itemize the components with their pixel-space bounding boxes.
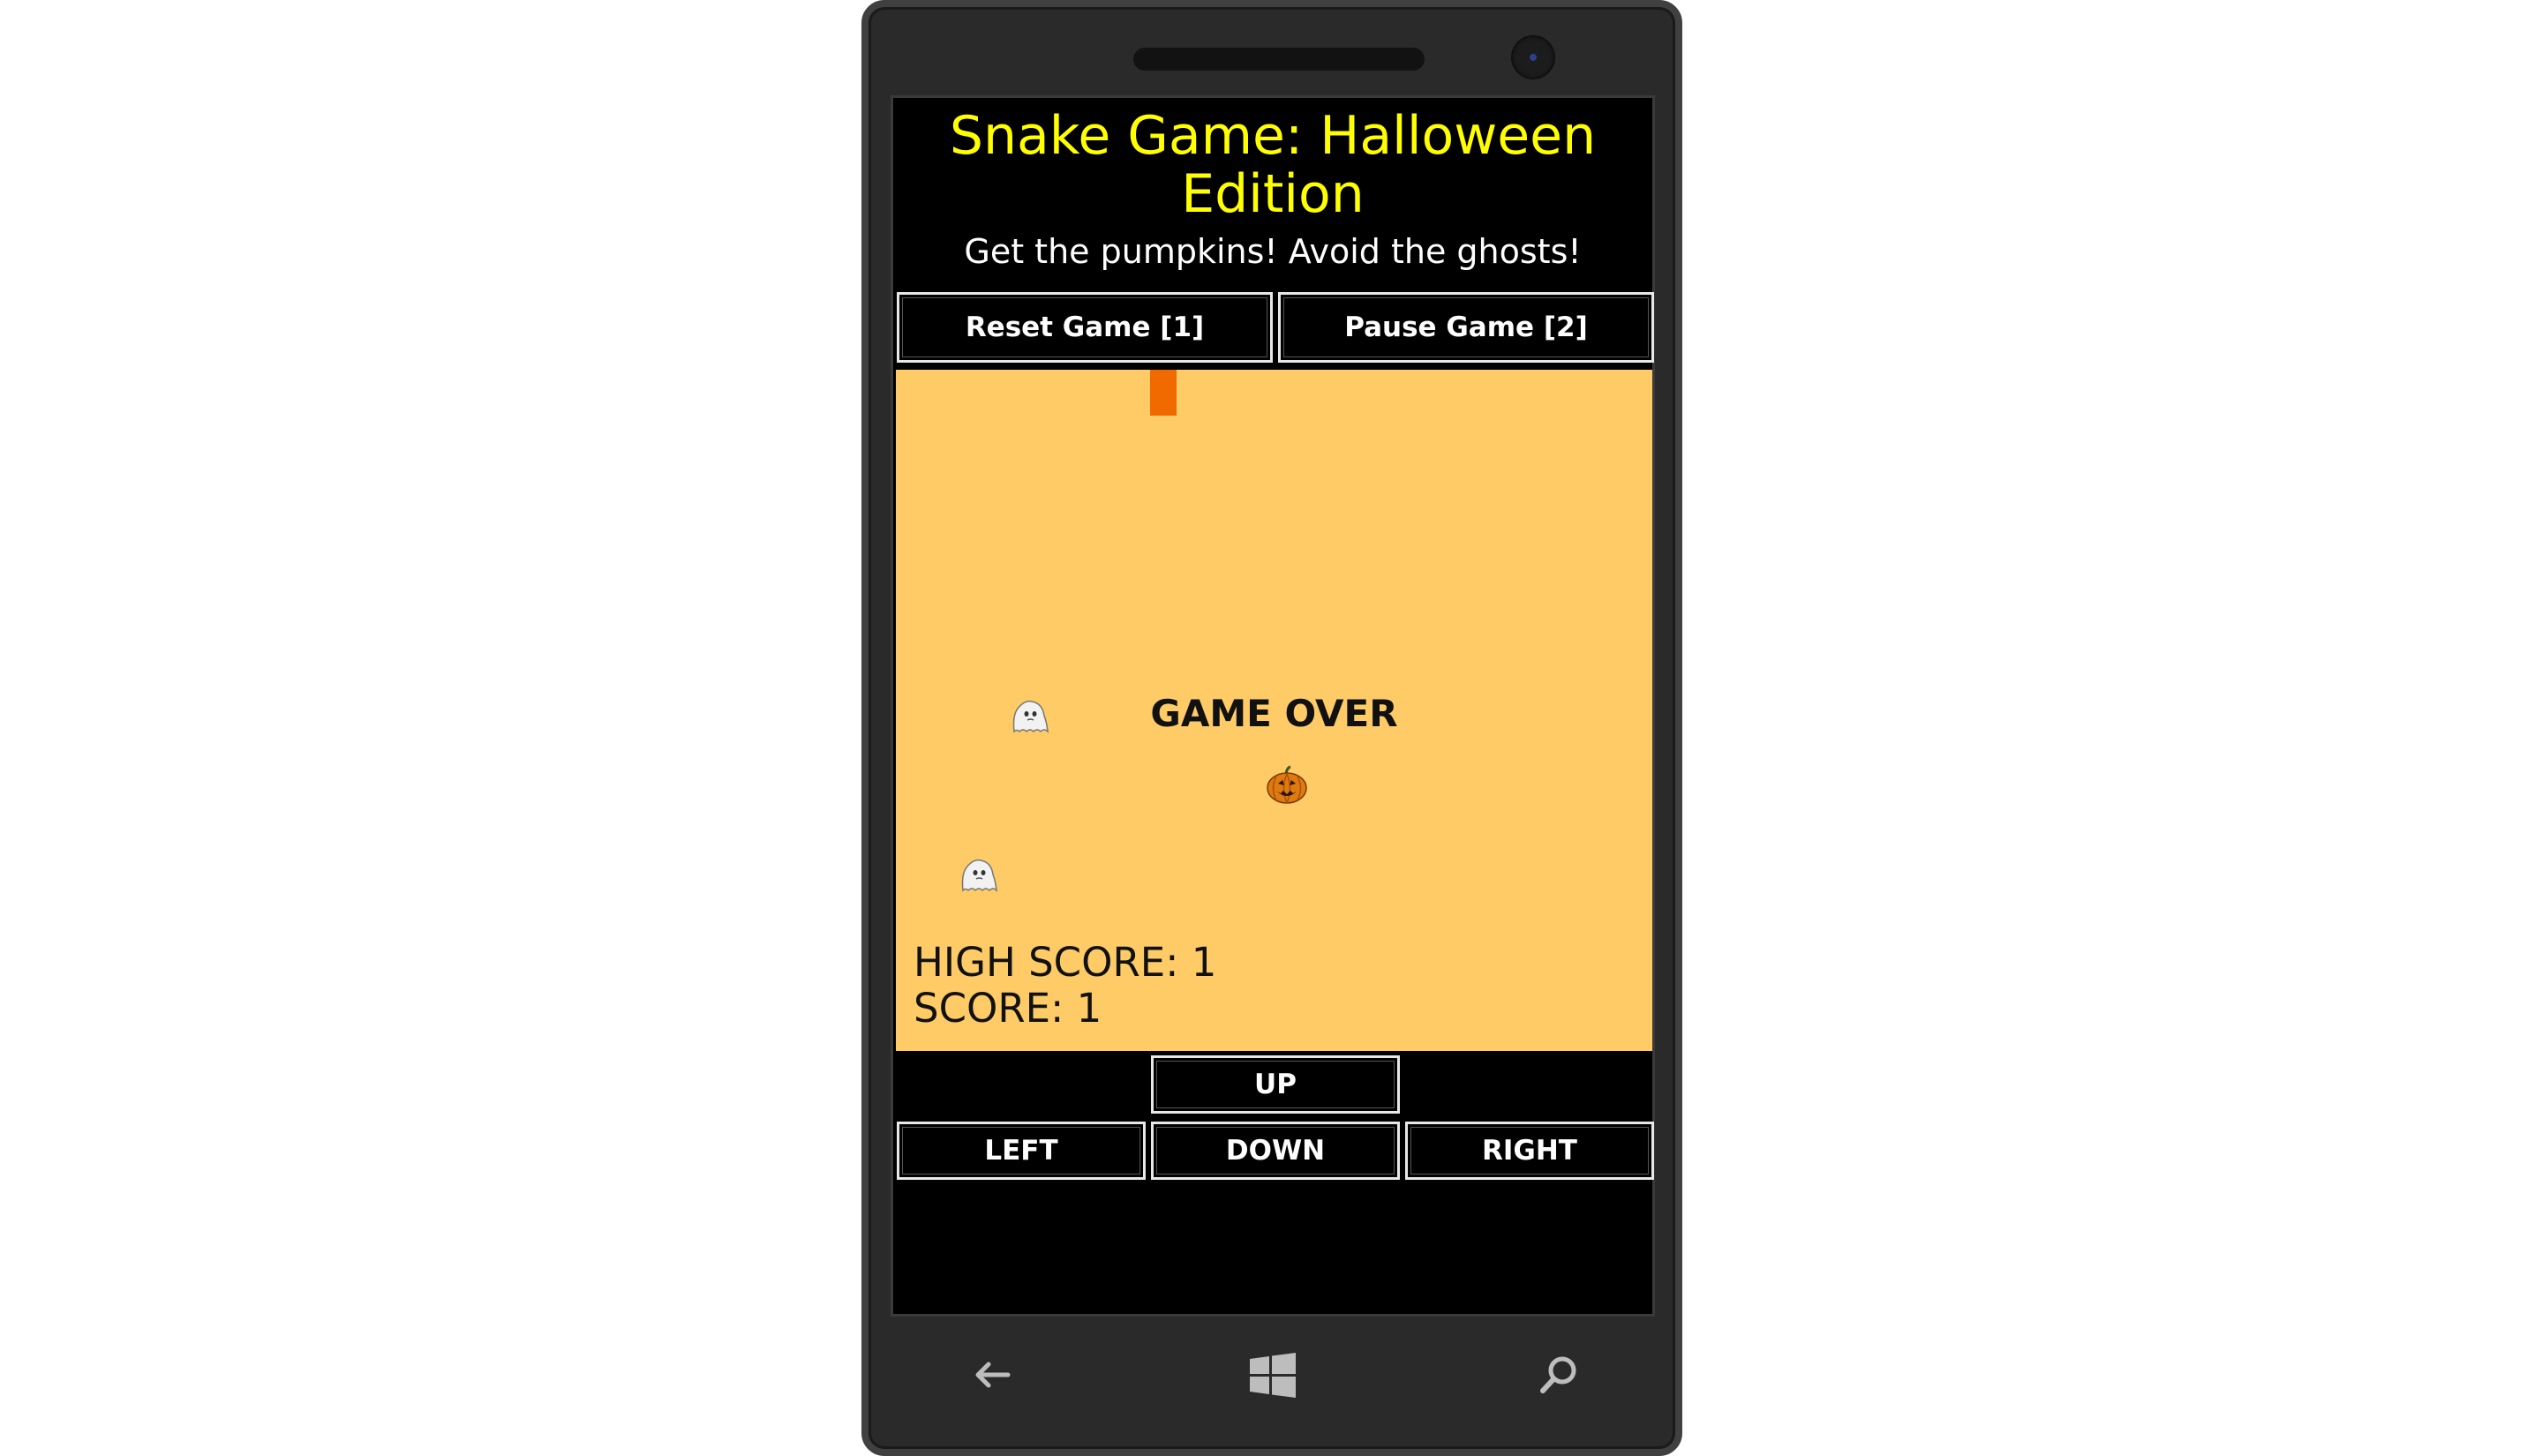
reset-game-button[interactable]: Reset Game [1] — [897, 292, 1273, 363]
search-icon[interactable] — [1532, 1348, 1585, 1401]
left-button[interactable]: LEFT — [897, 1122, 1146, 1180]
windows-logo-icon[interactable] — [1246, 1348, 1299, 1401]
front-camera — [1511, 35, 1555, 79]
down-button[interactable]: DOWN — [1151, 1122, 1400, 1180]
app-screen: Snake Game: Halloween Edition Get the pu… — [891, 95, 1655, 1317]
pumpkin-icon — [1267, 765, 1307, 804]
app-header: Snake Game: Halloween Edition Get the pu… — [893, 98, 1652, 289]
snake-segment — [1150, 370, 1177, 416]
score-panel: HIGH SCORE: 1 SCORE: 1 — [914, 940, 1216, 1032]
ghost-icon — [1012, 700, 1049, 734]
high-score: HIGH SCORE: 1 — [914, 939, 1217, 986]
game-board: GAME OVER HIGH SCORE: 1 SCORE: 1 — [896, 370, 1652, 1051]
current-score: SCORE: 1 — [914, 985, 1102, 1032]
phone-frame: Snake Game: Halloween Edition Get the pu… — [861, 0, 1682, 1456]
back-arrow-icon[interactable] — [966, 1348, 1019, 1401]
ghost-icon — [961, 859, 997, 893]
app-title: Snake Game: Halloween Edition — [949, 105, 1597, 225]
pause-game-button[interactable]: Pause Game [2] — [1278, 292, 1654, 363]
right-button[interactable]: RIGHT — [1405, 1122, 1654, 1180]
phone-speaker — [1133, 48, 1425, 71]
up-button[interactable]: UP — [1151, 1055, 1400, 1114]
app-subtitle: Get the pumpkins! Avoid the ghosts! — [964, 232, 1582, 271]
